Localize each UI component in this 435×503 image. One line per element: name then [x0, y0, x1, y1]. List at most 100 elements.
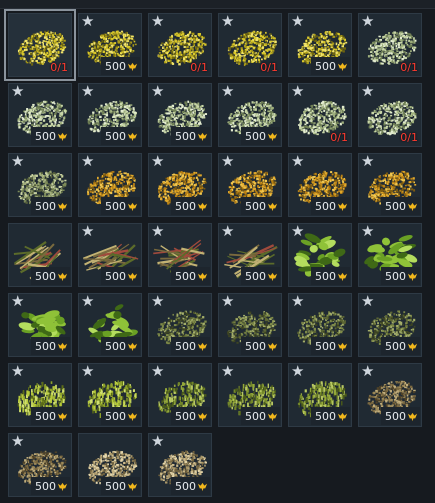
camo-pale-green-7-slot[interactable]: ★ 0/1 [358, 83, 422, 147]
price-value: 500 [105, 339, 126, 353]
camo-leaves-1-slot[interactable]: ★ 500 [288, 223, 352, 287]
camo-dark-net-1-slot[interactable]: ★ 500 [148, 293, 212, 357]
camo-fern-1-slot[interactable]: ★ 500 [148, 363, 212, 427]
golden-eagle-icon [57, 202, 68, 211]
camo-dark-net-2-slot[interactable]: ★ 500 [218, 293, 282, 357]
golden-eagle-icon [57, 132, 68, 141]
unlock-progress-label: 0/1 [400, 61, 418, 74]
camo-leaves-4-slot[interactable]: ★ 500 [78, 293, 142, 357]
camo-pale-green-6-slot[interactable]: ★ 0/1 [288, 83, 352, 147]
price-badge: 500 [31, 407, 70, 425]
star-icon: ★ [81, 153, 95, 170]
price-badge: 500 [171, 127, 210, 145]
star-icon: ★ [361, 293, 375, 310]
star-icon: ★ [291, 83, 305, 100]
golden-eagle-icon [337, 342, 348, 351]
camo-branches-1-slot[interactable]: 500 [8, 223, 72, 287]
price-value: 500 [105, 129, 126, 143]
star-icon: ★ [151, 363, 165, 380]
camo-branches-4-slot[interactable]: ★ 500 [218, 223, 282, 287]
golden-eagle-icon [407, 342, 418, 351]
price-value: 500 [105, 479, 126, 493]
price-value: 500 [35, 269, 56, 283]
camo-branches-2-slot[interactable]: ★ 500 [78, 223, 142, 287]
price-badge: 500 [101, 337, 140, 355]
camo-orange-4-slot[interactable]: ★ 500 [288, 153, 352, 217]
camo-pale-green-2-slot[interactable]: ★ 500 [8, 83, 72, 147]
price-badge: 500 [101, 267, 140, 285]
camo-pale-green-4-slot[interactable]: ★ 500 [148, 83, 212, 147]
camo-yellow-green-1-slot[interactable]: 0/1 [4, 9, 76, 81]
price-value: 500 [35, 129, 56, 143]
price-value: 500 [385, 269, 406, 283]
golden-eagle-icon [197, 342, 208, 351]
price-badge: 500 [311, 337, 350, 355]
price-badge: 500 [31, 127, 70, 145]
camo-straw-1-slot[interactable]: 500 [78, 433, 142, 497]
camo-pale-green-5-slot[interactable]: ★ 500 [218, 83, 282, 147]
price-badge: 500 [101, 197, 140, 215]
golden-eagle-icon [407, 412, 418, 421]
price-value: 500 [245, 129, 266, 143]
price-value: 500 [35, 409, 56, 423]
price-value: 500 [35, 199, 56, 213]
camo-leaves-3-slot[interactable]: ★ 500 [8, 293, 72, 357]
price-value: 500 [245, 199, 266, 213]
star-icon: ★ [291, 13, 305, 30]
golden-eagle-icon [267, 272, 278, 281]
camo-fern-3-slot[interactable]: ★ 500 [288, 363, 352, 427]
price-badge: 500 [241, 267, 280, 285]
price-value: 500 [315, 199, 336, 213]
camo-pale-green-3-slot[interactable]: ★ 500 [78, 83, 142, 147]
camo-orange-3-slot[interactable]: ★ 500 [218, 153, 282, 217]
price-value: 500 [175, 479, 196, 493]
golden-eagle-icon [127, 132, 138, 141]
camo-pale-green-1-slot[interactable]: ★ 0/1 [358, 13, 422, 77]
price-badge: 500 [101, 407, 140, 425]
price-value: 500 [175, 269, 196, 283]
golden-eagle-icon [197, 482, 208, 491]
golden-eagle-icon [267, 412, 278, 421]
camo-dark-net-3-slot[interactable]: ★ 500 [288, 293, 352, 357]
golden-eagle-icon [407, 202, 418, 211]
golden-eagle-icon [267, 342, 278, 351]
camo-grass-1-slot[interactable]: ★ 500 [8, 363, 72, 427]
camo-dry-brush-2-slot[interactable]: ★ 500 [8, 433, 72, 497]
star-icon: ★ [361, 13, 375, 30]
camo-dark-net-4-slot[interactable]: ★ 500 [358, 293, 422, 357]
camo-sage-1-slot[interactable]: ★ 500 [8, 153, 72, 217]
golden-eagle-icon [57, 272, 68, 281]
price-badge: 500 [31, 197, 70, 215]
camo-orange-1-slot[interactable]: ★ 500 [78, 153, 142, 217]
camo-yellow-green-4-slot[interactable]: ★ 0/1 [218, 13, 282, 77]
price-value: 500 [175, 339, 196, 353]
star-icon: ★ [221, 293, 235, 310]
camo-fern-2-slot[interactable]: ★ 500 [218, 363, 282, 427]
price-value: 500 [315, 409, 336, 423]
price-badge: 500 [171, 337, 210, 355]
golden-eagle-icon [197, 412, 208, 421]
price-badge: 500 [311, 197, 350, 215]
star-icon: ★ [221, 223, 235, 240]
camo-yellow-green-2-slot[interactable]: ★ 500 [78, 13, 142, 77]
camo-leaves-2-slot[interactable]: ★ 500 [358, 223, 422, 287]
golden-eagle-icon [197, 202, 208, 211]
camo-branches-3-slot[interactable]: ★ 500 [148, 223, 212, 287]
star-icon: ★ [361, 223, 375, 240]
star-icon: ★ [81, 13, 95, 30]
price-value: 500 [315, 269, 336, 283]
camo-yellow-green-5-slot[interactable]: ★ 500 [288, 13, 352, 77]
price-value: 500 [175, 129, 196, 143]
price-value: 500 [385, 409, 406, 423]
camo-grass-2-slot[interactable]: ★ 500 [78, 363, 142, 427]
price-badge: 500 [311, 267, 350, 285]
star-icon: ★ [151, 83, 165, 100]
camo-orange-5-slot[interactable]: ★ 500 [358, 153, 422, 217]
camo-orange-2-slot[interactable]: ★ 500 [148, 153, 212, 217]
star-icon: ★ [151, 293, 165, 310]
star-icon: ★ [151, 153, 165, 170]
camo-yellow-green-3-slot[interactable]: ★ 0/1 [148, 13, 212, 77]
camo-straw-2-slot[interactable]: ★ 500 [148, 433, 212, 497]
camo-dry-brush-1-slot[interactable]: ★ 500 [358, 363, 422, 427]
golden-eagle-icon [127, 412, 138, 421]
